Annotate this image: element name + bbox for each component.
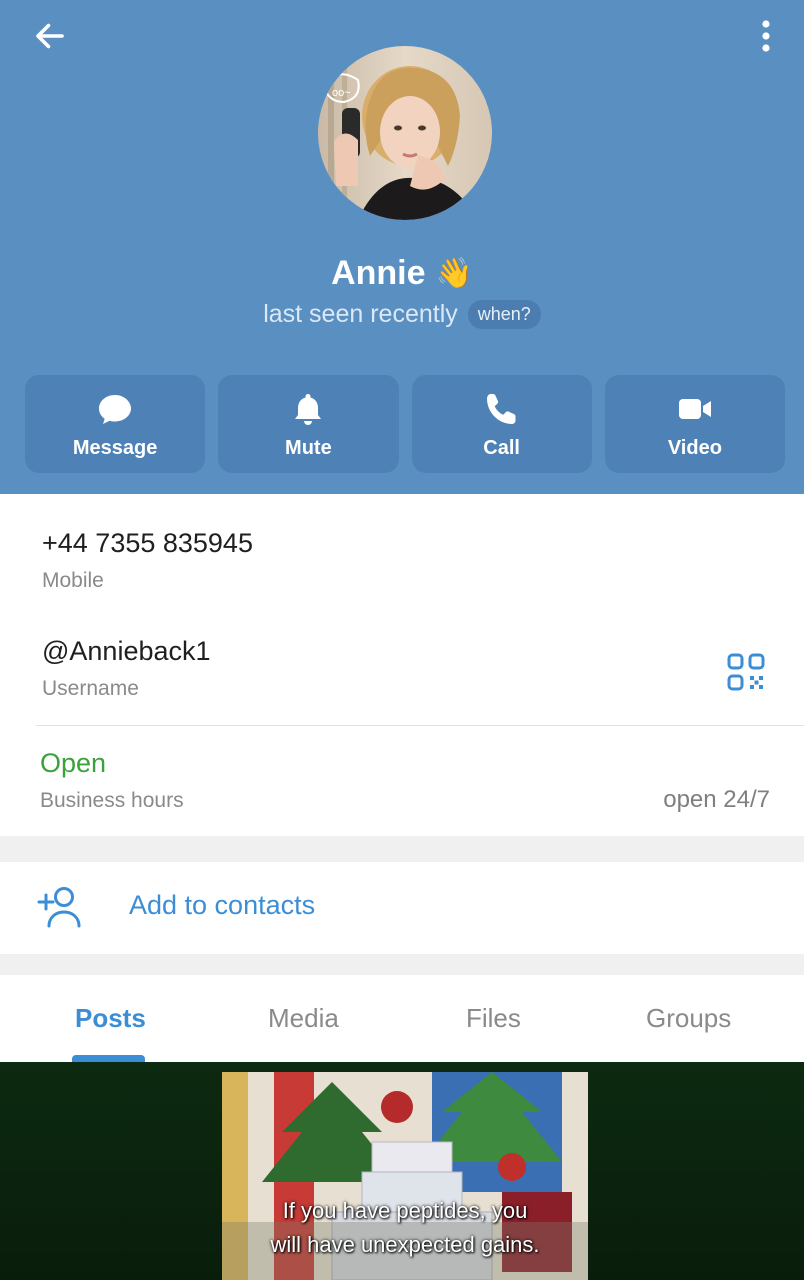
action-buttons: Message Mute Call Video xyxy=(25,375,785,473)
mute-label: Mute xyxy=(285,436,332,459)
posts-feed: If you have peptides, you will have unex… xyxy=(0,1062,804,1280)
username-value: @Annieback1 xyxy=(42,636,211,666)
tab-groups[interactable]: Groups xyxy=(646,1003,731,1034)
chat-bubble-icon xyxy=(99,394,132,424)
post-caption-line-1: If you have peptides, you xyxy=(282,1198,528,1223)
profile-name: Annie xyxy=(331,253,426,292)
phone-row[interactable]: +44 7355 835945 Mobile xyxy=(42,528,253,593)
username-label: Username xyxy=(42,677,139,700)
business-hours-value: open 24/7 xyxy=(663,786,770,813)
info-card: +44 7355 835945 Mobile @Annieback1 Usern… xyxy=(0,494,804,836)
video-button[interactable]: Video xyxy=(604,375,785,473)
business-status: Open xyxy=(40,748,107,778)
call-label: Call xyxy=(483,436,520,459)
video-label: Video xyxy=(667,436,722,459)
tab-media[interactable]: Media xyxy=(268,1003,339,1034)
business-hours-label: Business hours xyxy=(40,789,184,812)
tab-files[interactable]: Files xyxy=(466,1003,521,1034)
post-video-thumbnail[interactable]: If you have peptides, you will have unex… xyxy=(222,1072,588,1280)
waving-hand-icon: 👋 xyxy=(435,256,473,290)
add-to-contacts-row[interactable]: Add to contacts xyxy=(0,862,804,954)
message-label: Message xyxy=(72,436,158,459)
bell-icon xyxy=(295,393,322,425)
more-options-button[interactable] xyxy=(748,14,784,58)
phone-icon xyxy=(486,393,516,424)
profile-header: oo~ Annie 👋 last seen recently when? Mes… xyxy=(0,0,804,494)
business-hours-row[interactable]: Open Business hours xyxy=(40,748,184,813)
username-row[interactable]: @Annieback1 Username xyxy=(42,636,211,701)
when-button[interactable]: when? xyxy=(467,299,541,329)
qr-code-icon xyxy=(727,653,765,691)
divider xyxy=(36,725,804,726)
avatar[interactable]: oo~ xyxy=(318,46,492,220)
call-button[interactable]: Call xyxy=(411,375,592,473)
tab-posts[interactable]: Posts xyxy=(75,1003,146,1034)
add-to-contacts-label: Add to contacts xyxy=(129,890,316,920)
active-tab-indicator xyxy=(72,1055,145,1062)
phone-number: +44 7355 835945 xyxy=(42,528,253,558)
message-button[interactable]: Message xyxy=(25,375,206,473)
status-row: last seen recently when? xyxy=(0,296,804,332)
back-button[interactable] xyxy=(26,14,74,58)
avatar-photo: oo~ xyxy=(318,46,492,220)
svg-text:oo~: oo~ xyxy=(332,87,351,99)
arrow-left-icon xyxy=(36,23,64,49)
qr-code-button[interactable] xyxy=(726,652,766,692)
profile-tabs: Posts Media Files Groups xyxy=(0,975,804,1062)
post-caption-line-2: will have unexpected gains. xyxy=(270,1232,540,1257)
mute-button[interactable]: Mute xyxy=(218,375,399,473)
add-user-icon xyxy=(37,887,81,928)
phone-label: Mobile xyxy=(42,569,104,592)
video-camera-icon xyxy=(678,398,711,419)
more-vertical-icon xyxy=(762,20,770,52)
name-row: Annie 👋 xyxy=(0,250,804,296)
last-seen-status: last seen recently xyxy=(263,299,458,328)
